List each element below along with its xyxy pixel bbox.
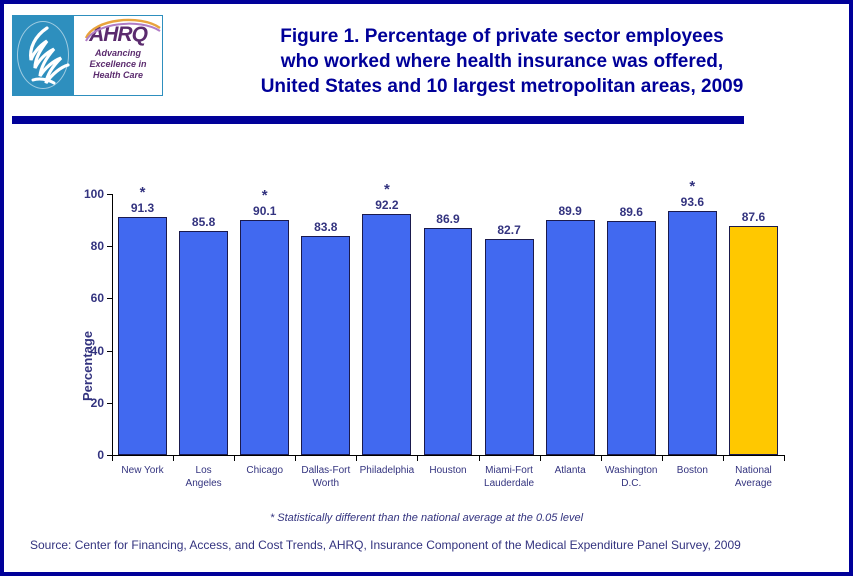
source-note: Source: Center for Financing, Access, an… [30,538,741,552]
category-label-houston: Houston [413,464,482,477]
x-axis-tick-mark [417,455,418,461]
bar-value-label: 89.9 [558,204,582,219]
y-axis-tick-mark [107,402,112,404]
category-label-line: National [735,465,772,476]
bar-chart: Percentage 0 20 40 60 80 100 91.3 * 85.8 90.1 * 83… [4,124,849,504]
y-axis-tick-mark [107,246,112,248]
bar-dallas-fort-worth[interactable]: 83.8 [301,220,351,455]
y-axis-tick-mark [107,350,112,352]
category-label-line: Lauderdale [484,478,535,489]
ahrq-wordmark: AHRQ Advancing Excellence in Health Care [74,16,162,95]
bar-value-label: 93.6 [680,194,705,209]
x-axis-tick-mark [479,455,480,461]
figure-header: AHRQ Advancing Excellence in Health Care… [4,4,849,124]
bar-value-label: 83.8 [314,220,338,235]
category-label-national-average: National Average [719,464,788,490]
bar-washington-d-c-[interactable]: 89.6 [606,205,656,455]
y-axis-tick-label: 40 [90,343,104,358]
category-label-line: Dallas-Fort [301,465,351,476]
x-axis-tick-mark [356,455,357,461]
significance-marker: * [383,181,390,199]
bar-los-angeles[interactable]: 85.8 [179,215,229,455]
ahrq-arc-icon [84,18,161,42]
category-label-line: D.C. [621,478,642,489]
plot-area: 0 20 40 60 80 100 91.3 * 85.8 90.1 * 83.8 92.2 * 86.9… [84,179,785,489]
y-axis-tick-mark [107,298,112,300]
category-label-philadelphia: Philadelphia [352,464,421,477]
category-label-line: Los [195,465,212,476]
category-label-line: Angeles [185,478,222,489]
significance-marker: * [261,186,268,204]
category-label-line: Miami-Fort [485,465,533,476]
ahrq-tagline-line-3: Health Care [92,70,143,80]
figure-title-line-1: Figure 1. Percentage of private sector e… [280,26,724,47]
ahrq-logo: AHRQ Advancing Excellence in Health Care [12,15,163,96]
bar-boston[interactable]: 93.6 * [667,179,717,455]
bar-value-label: 90.1 [253,203,277,218]
ahrq-tagline-line-1: Advancing [94,48,141,58]
title-divider [12,116,744,124]
category-label-los-angeles: Los Angeles [169,464,238,490]
hhs-seal-icon [13,16,74,95]
category-label-chicago: Chicago [230,464,299,477]
y-axis-tick-mark [107,194,112,195]
significance-footnote: * Statistically different than the natio… [269,512,584,524]
x-axis-tick-mark [295,455,296,461]
category-label-line: Chicago [246,465,284,476]
y-axis-tick-label: 20 [90,395,104,410]
y-axis-tick-label: 0 [97,448,104,462]
x-axis-tick-mark [112,455,113,461]
figure-title-line-2: who worked where health insurance was of… [280,51,724,72]
x-axis-tick-mark [601,455,602,461]
bar-value-label: 86.9 [436,212,460,227]
significance-marker: * [689,177,696,195]
category-label-new-york: New York [108,464,177,477]
y-axis-tick-label: 100 [83,187,104,201]
bar-chicago[interactable]: 90.1 * [240,188,290,455]
category-label-atlanta: Atlanta [536,464,605,477]
bar-atlanta[interactable]: 89.9 [545,204,595,455]
bar-value-label: 87.6 [741,210,766,225]
x-axis-tick-mark [723,455,724,461]
bar-new-york[interactable]: 91.3 * [118,185,167,455]
category-label-line: Atlanta [554,465,586,476]
y-axis-tick-label: 80 [90,239,104,254]
y-axis-line [112,194,113,455]
figure-title: Figure 1. Percentage of private sector e… [172,24,832,99]
bar-value-label: 91.3 [130,200,155,215]
category-label-washington-d-c-: Washington D.C. [597,464,666,490]
x-axis-tick-mark [662,455,663,461]
x-axis-tick-mark [173,455,174,461]
ahrq-tagline: Advancing Excellence in Health Care [89,48,146,81]
figure-page: AHRQ Advancing Excellence in Health Care… [0,0,853,576]
x-axis-line [112,455,784,456]
category-label-dallas-fort-worth: Dallas-Fort Worth [291,464,360,490]
category-label-line: Average [734,478,772,489]
category-label-line: New York [121,465,164,476]
bar-value-label: 92.2 [375,198,399,213]
bar-value-label: 85.8 [191,215,216,230]
category-label-line: Worth [312,478,340,489]
category-label-line: Houston [429,465,467,476]
category-label-line: Washington [605,465,658,476]
ahrq-tagline-line-2: Excellence in [89,59,147,69]
x-axis-tick-mark [540,455,541,461]
bar-value-label: 89.6 [619,205,643,220]
bar-value-label: 82.7 [497,223,521,238]
bar-philadelphia[interactable]: 92.2 * [362,182,412,455]
bar-national-average[interactable]: 87.6 [729,210,778,455]
bar-miami-fort-lauderdale[interactable]: 82.7 [484,223,534,455]
category-label-miami-fort-lauderdale: Miami-Fort Lauderdale [475,464,544,490]
category-label-boston: Boston [658,464,727,477]
category-label-line: Philadelphia [359,465,415,476]
figure-title-line-3: United States and 10 largest metropolita… [260,76,744,97]
hhs-seal-ring [17,21,69,89]
significance-marker: * [139,183,146,201]
y-axis-tick-label: 60 [90,291,104,306]
bar-houston[interactable]: 86.9 [423,212,473,455]
x-axis-tick-mark [784,455,785,461]
x-axis-tick-mark [234,455,235,461]
category-label-line: Boston [676,465,708,476]
